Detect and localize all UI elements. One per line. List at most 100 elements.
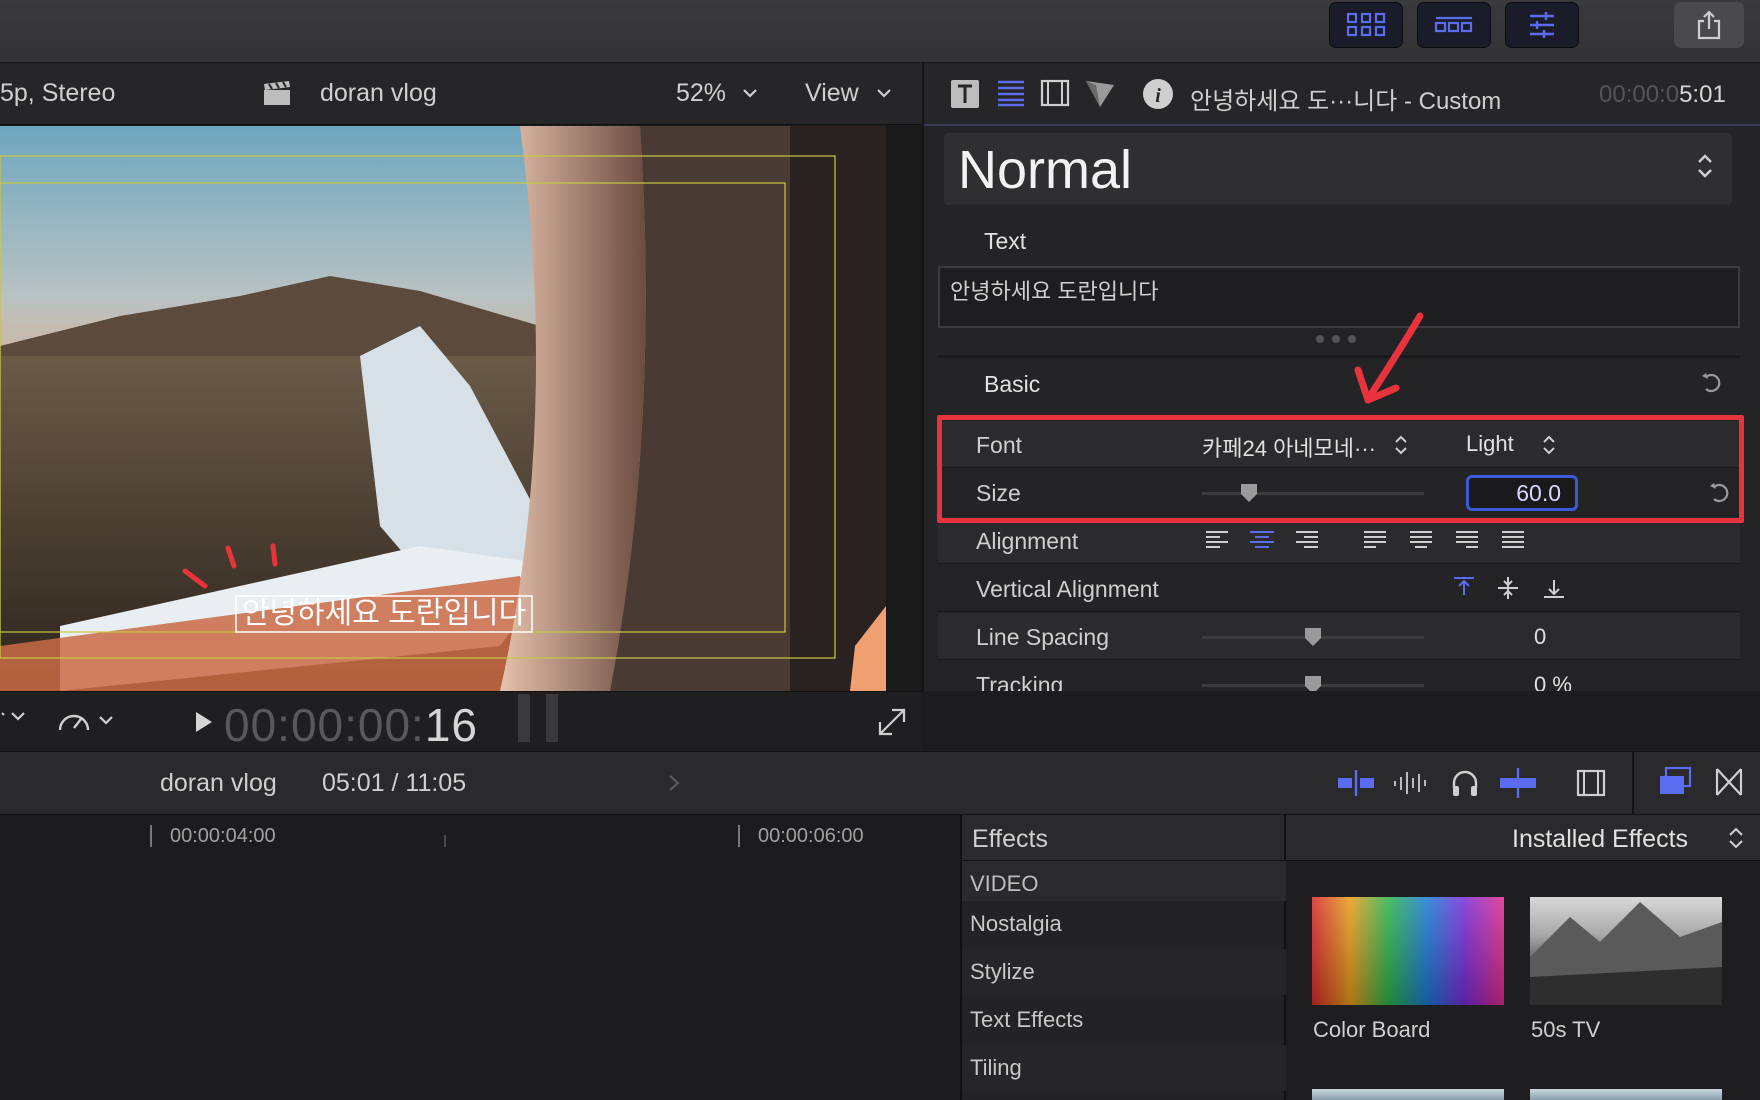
text-entry-field[interactable]: 안녕하세요 도란입니다 — [938, 266, 1740, 328]
film-icon[interactable] — [1576, 768, 1606, 798]
inspector-timecode: 00:00:05:01 — [1599, 81, 1726, 108]
chevron-right-icon[interactable] — [668, 774, 680, 797]
vertical-alignment-row: Vertical Alignment — [938, 565, 1740, 612]
effects-browser-icon[interactable] — [1658, 766, 1692, 798]
tracking-row: Tracking 0 % — [938, 661, 1740, 691]
effect-thumb-color-board[interactable] — [1312, 897, 1504, 1005]
browser-toggle-button[interactable] — [1329, 2, 1403, 48]
updown-chevron-icon — [1542, 433, 1556, 462]
justify-all-icon[interactable] — [1500, 529, 1526, 551]
effects-category-list: VIDEO Nostalgia Stylize Text Effects Til… — [962, 861, 1286, 1100]
tracking-slider-thumb[interactable] — [1304, 675, 1322, 691]
view-menu[interactable]: View — [805, 79, 859, 108]
title-inspector-tab[interactable] — [996, 79, 1026, 112]
video-inspector-tab[interactable] — [1040, 79, 1070, 112]
font-family-popup[interactable]: 카페24 아네모네··· — [1202, 431, 1376, 463]
size-slider-thumb[interactable] — [1240, 483, 1258, 503]
timeline-icon — [1434, 16, 1473, 33]
reset-icon[interactable] — [1700, 371, 1724, 400]
category-text-effects[interactable]: Text Effects — [962, 997, 1286, 1043]
ruler-tick — [738, 825, 740, 847]
size-value-field[interactable]: 60.0 — [1466, 475, 1578, 511]
inspector-title: 안녕하세요 도···니다 - Custom — [1190, 88, 1502, 115]
headphones-icon[interactable] — [1450, 768, 1480, 798]
text-icon — [951, 80, 979, 108]
font-label: Font — [976, 432, 1023, 458]
effect-thumb-partial[interactable] — [1530, 1089, 1722, 1100]
share-icon — [1697, 10, 1721, 40]
line-spacing-label: Line Spacing — [976, 624, 1109, 650]
fullscreen-icon[interactable] — [878, 708, 906, 741]
category-nostalgia[interactable]: Nostalgia — [962, 901, 1286, 947]
timeline-position: 05:01 / 11:05 — [322, 769, 467, 797]
divider — [1284, 815, 1286, 861]
chevron-down-icon — [742, 85, 758, 103]
annotation-arrow — [1354, 312, 1424, 404]
speedometer-icon[interactable] — [56, 706, 114, 741]
inspector-tabs: i 안녕하세요 도···니다 - Custom 00:00:05:01 — [924, 63, 1760, 126]
sliders-icon — [1530, 12, 1554, 38]
effects-title: Effects — [972, 825, 1048, 853]
vertical-alignment-buttons[interactable] — [1452, 575, 1572, 601]
ruler-tick — [444, 835, 446, 847]
line-spacing-slider-thumb[interactable] — [1304, 627, 1322, 647]
share-button[interactable] — [1674, 2, 1744, 48]
snapping-icon[interactable] — [1498, 766, 1538, 800]
video-frame: 안녕하세요 도란입니다 — [0, 126, 886, 691]
info-inspector-tab[interactable]: i — [1142, 78, 1174, 115]
font-row: Font 카페24 아네모네··· Light — [938, 421, 1740, 468]
transitions-browser-icon[interactable] — [1714, 766, 1744, 798]
effect-thumb-50s-tv[interactable] — [1530, 897, 1722, 1005]
audio-meter-right — [546, 694, 558, 742]
viewer-canvas[interactable]: 안녕하세요 도란입니다 — [0, 126, 922, 691]
svg-text:i: i — [1155, 85, 1161, 107]
ruler-label: 00:00:04:00 — [170, 825, 276, 847]
tracking-value[interactable]: 0 % — [1534, 672, 1572, 691]
alignment-label: Alignment — [976, 528, 1079, 554]
alignment-buttons[interactable] — [1206, 529, 1506, 551]
color-inspector-tab[interactable] — [1084, 79, 1116, 114]
size-slider[interactable] — [1202, 492, 1424, 495]
color-icon — [1086, 81, 1114, 107]
inspector-toggle-button[interactable] — [1505, 2, 1579, 48]
size-row: Size 60.0 — [938, 469, 1740, 516]
info-icon: i — [1143, 79, 1173, 109]
text-inspector-tab[interactable] — [950, 79, 980, 114]
category-tiling[interactable]: Tiling — [962, 1045, 1286, 1091]
audio-meter-left — [518, 694, 530, 742]
updown-chevron-icon — [1696, 151, 1714, 186]
tracking-label: Tracking — [976, 672, 1064, 691]
effect-label-50s-tv: 50s TV — [1531, 1017, 1601, 1042]
font-weight-popup[interactable]: Light — [1466, 431, 1514, 457]
installed-effects-popup[interactable]: Installed Effects — [1512, 825, 1688, 854]
effects-browser: Effects Installed Effects VIDEO Nostalgi… — [960, 815, 1760, 1100]
category-stylize[interactable]: Stylize — [962, 949, 1286, 995]
audio-waveform-icon[interactable] — [1392, 768, 1430, 798]
top-toolbar — [0, 0, 1760, 63]
timeline-header: doran vlog 05:01 / 11:05 — [0, 751, 1760, 816]
updown-chevron-icon — [1394, 433, 1408, 462]
reset-icon[interactable] — [1708, 481, 1732, 510]
viewer-project-name: doran vlog — [320, 79, 437, 107]
zoom-menu[interactable]: 52% — [676, 79, 726, 108]
film-icon — [1040, 79, 1070, 107]
timeline-ruler[interactable]: 00:00:04:00 00:00:06:00 — [0, 815, 960, 855]
title-caption[interactable]: 안녕하세요 도란입니다 — [238, 596, 530, 632]
vertical-alignment-label: Vertical Alignment — [976, 576, 1159, 602]
basic-section-heading: Basic — [984, 371, 1041, 397]
ruler-label: 00:00:06:00 — [758, 825, 864, 847]
viewer-header: 5p, Stereo doran vlog 52% View — [0, 63, 922, 125]
text-entry-value: 안녕하세요 도란입니다 — [950, 279, 1159, 304]
chevron-down-icon[interactable] — [0, 710, 26, 729]
line-spacing-value[interactable]: 0 — [1534, 624, 1546, 650]
effect-label-color-board: Color Board — [1313, 1017, 1431, 1042]
effect-thumb-partial[interactable] — [1312, 1089, 1504, 1100]
clip-appearance-icon[interactable] — [1336, 768, 1376, 798]
divider — [1632, 752, 1634, 816]
text-style-preset-popup[interactable]: Normal — [944, 133, 1732, 205]
timeline-area[interactable]: 00:00:04:00 00:00:06:00 — [0, 815, 960, 1100]
timeline-toggle-button[interactable] — [1417, 2, 1491, 48]
play-icon[interactable] — [194, 710, 214, 739]
viewer-transport: 00:00:00:16 — [0, 691, 922, 751]
playhead-timecode: 00:00:00:16 — [224, 699, 479, 751]
